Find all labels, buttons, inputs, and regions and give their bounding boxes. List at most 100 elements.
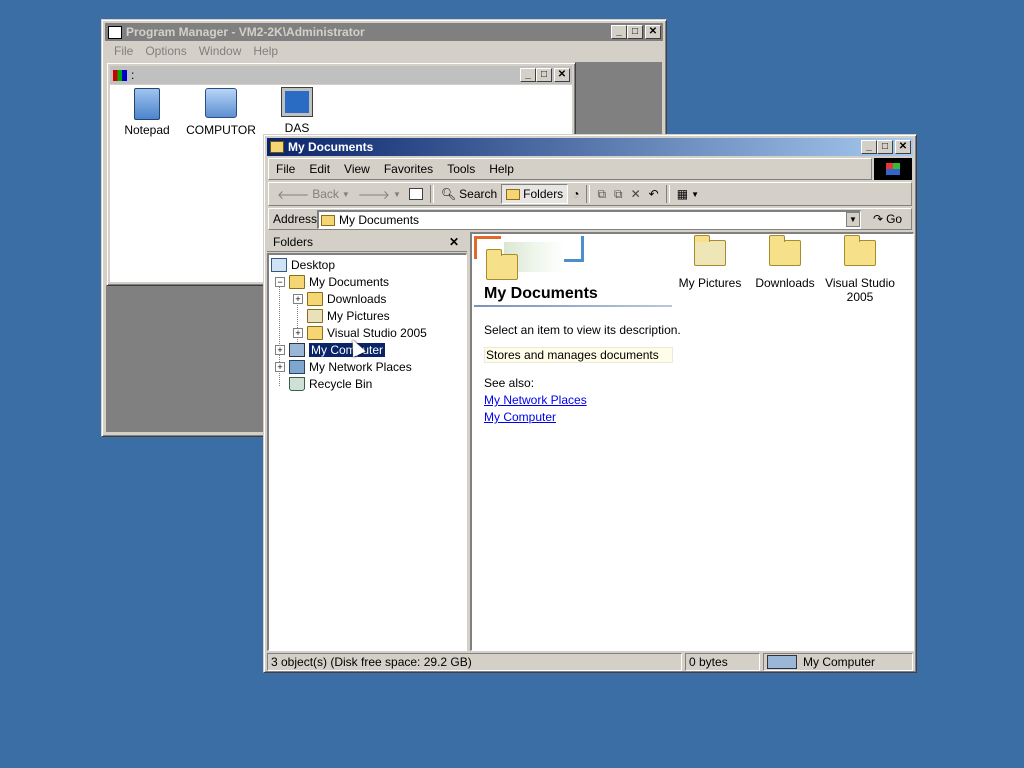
explorer-titlebar[interactable]: My Documents _ □ ✕ — [267, 138, 913, 156]
link-my-network-places[interactable]: My Network Places — [484, 393, 587, 407]
computor-label: COMPUTOR — [186, 123, 256, 137]
folder-icon — [769, 235, 801, 266]
folder-icon — [307, 291, 323, 306]
tree-collapse-toggle[interactable]: − — [275, 276, 285, 287]
copy-to-icon: ⧉ — [614, 186, 623, 201]
back-label: Back — [312, 187, 339, 201]
content-pane[interactable]: My Documents Select an item to view its … — [470, 232, 914, 651]
tree-expand-toggle[interactable]: + — [275, 361, 285, 372]
go-label: Go — [886, 212, 903, 226]
maximize-button[interactable]: □ — [627, 25, 643, 39]
forward-button[interactable]: 🡒 ▼ — [354, 184, 405, 204]
menu-view[interactable]: View — [337, 162, 377, 176]
explorer-toolbar: 🡐 Back ▼ 🡒 ▼ 🔍︎ Search Folders ◔ ⧉ ⧉ ✕ ↶… — [268, 182, 912, 206]
back-button[interactable]: 🡐 Back ▼ — [273, 184, 354, 204]
search-label: Search — [459, 187, 498, 201]
web-view-description: Stores and manages documents — [484, 347, 673, 363]
web-view-prompt: Select an item to view its description. — [484, 323, 681, 337]
link-my-computer[interactable]: My Computer — [484, 410, 556, 424]
menu-edit[interactable]: Edit — [302, 162, 337, 176]
toolbar-separator — [586, 185, 591, 203]
menu-file[interactable]: File — [108, 44, 139, 58]
forward-arrow-icon: 🡒 — [357, 187, 390, 202]
views-dropdown-icon: ▼ — [691, 189, 699, 199]
my-documents-window[interactable]: My Documents _ □ ✕ File Edit View Favori… — [263, 134, 917, 673]
tree-item-my-network-places[interactable]: + My Network Places — [275, 358, 412, 375]
address-dropdown-button[interactable]: ▼ — [846, 212, 860, 227]
up-folder-button[interactable] — [405, 184, 427, 204]
tree-item-downloads[interactable]: + Downloads — [293, 290, 386, 307]
menu-window[interactable]: Window — [193, 44, 248, 58]
tree-label: My Pictures — [327, 308, 390, 323]
program-item-das[interactable]: DAS — [257, 87, 337, 135]
menu-tools[interactable]: Tools — [440, 162, 482, 176]
folders-pane: Folders ✕ Desktop − My Documents + Downl… — [267, 232, 467, 651]
back-dropdown-icon: ▼ — [341, 189, 350, 199]
delete-button[interactable]: ✕ — [627, 184, 645, 204]
tree-label: Recycle Bin — [309, 376, 373, 391]
address-label: Address — [273, 212, 318, 226]
tree-label: Desktop — [291, 257, 336, 272]
history-button[interactable]: ◔ — [568, 184, 583, 204]
group-maximize-button[interactable]: □ — [536, 68, 552, 82]
tree-item-my-documents[interactable]: − My Documents — [275, 273, 389, 290]
menu-help[interactable]: Help — [247, 44, 284, 58]
windows-logo-icon — [874, 158, 912, 180]
menu-options[interactable]: Options — [139, 44, 192, 58]
my-computer-icon — [767, 655, 797, 669]
explorer-close-button[interactable]: ✕ — [895, 140, 911, 154]
explorer-minimize-button[interactable]: _ — [861, 140, 877, 154]
tree-label: Visual Studio 2005 — [327, 325, 427, 340]
tree-label: My Documents — [309, 274, 390, 289]
tree-expand-toggle[interactable]: + — [275, 344, 285, 355]
program-manager-titlebar[interactable]: Program Manager - VM2-2K\Administrator _… — [105, 23, 663, 41]
group-minimize-button[interactable]: _ — [520, 68, 536, 82]
menu-help[interactable]: Help — [482, 162, 521, 176]
folder-icon — [307, 325, 323, 340]
delete-icon: ✕ — [630, 187, 641, 201]
tree-item-recycle-bin[interactable]: Recycle Bin — [289, 375, 372, 392]
network-icon — [289, 359, 305, 374]
views-icon: ▦ — [676, 187, 689, 201]
toolbar-separator — [429, 185, 434, 203]
menu-file[interactable]: File — [269, 162, 302, 176]
tree-item-desktop[interactable]: Desktop — [271, 256, 335, 273]
notepad-icon — [134, 88, 160, 120]
folders-pane-close-icon[interactable]: ✕ — [449, 235, 459, 249]
file-item-visual-studio-2005[interactable]: Visual Studio 2005 — [820, 235, 900, 304]
copy-to-button[interactable]: ⧉ — [610, 184, 627, 204]
status-location: My Computer — [763, 653, 913, 671]
tree-item-my-computer[interactable]: + My Computer — [275, 341, 386, 358]
views-button[interactable]: ▦ ▼ — [673, 184, 703, 204]
program-manager-icon — [108, 25, 122, 39]
tree-item-my-pictures[interactable]: My Pictures — [307, 307, 390, 324]
group-close-button[interactable]: ✕ — [554, 68, 570, 82]
move-to-icon: ⧉ — [597, 186, 607, 201]
minimize-button[interactable]: _ — [611, 25, 627, 39]
pictures-folder-icon — [694, 235, 726, 266]
tree-label: Downloads — [327, 291, 387, 306]
tree-expand-toggle[interactable]: + — [293, 293, 303, 304]
toolbar-separator — [665, 185, 670, 203]
folder-tree[interactable]: Desktop − My Documents + Downloads My Pi… — [267, 253, 467, 651]
folders-button[interactable]: Folders — [501, 184, 569, 204]
file-item-downloads[interactable]: Downloads — [745, 235, 825, 290]
program-item-computor[interactable]: COMPUTOR — [181, 88, 261, 137]
address-input[interactable]: My Documents ▼ — [317, 210, 861, 229]
go-button[interactable]: ↷ Go — [869, 209, 906, 229]
explorer-maximize-button[interactable]: □ — [877, 140, 893, 154]
menu-favorites[interactable]: Favorites — [377, 162, 440, 176]
file-item-label: Visual Studio 2005 — [825, 276, 895, 304]
web-view-heading: My Documents — [484, 285, 598, 302]
program-manager-title: Program Manager - VM2-2K\Administrator — [126, 25, 365, 39]
move-to-button[interactable]: ⧉ — [593, 184, 610, 204]
file-item-my-pictures[interactable]: My Pictures — [670, 235, 750, 290]
program-group-titlebar[interactable]: : _ □ ✕ — [110, 66, 572, 84]
folders-pane-title: Folders — [273, 234, 314, 249]
close-button[interactable]: ✕ — [645, 25, 661, 39]
tree-expand-toggle[interactable]: + — [293, 327, 303, 338]
program-item-notepad[interactable]: Notepad — [107, 88, 187, 137]
search-button[interactable]: 🔍︎ Search — [437, 184, 501, 204]
undo-button[interactable]: ↶ — [645, 184, 663, 204]
folders-icon — [506, 188, 521, 200]
